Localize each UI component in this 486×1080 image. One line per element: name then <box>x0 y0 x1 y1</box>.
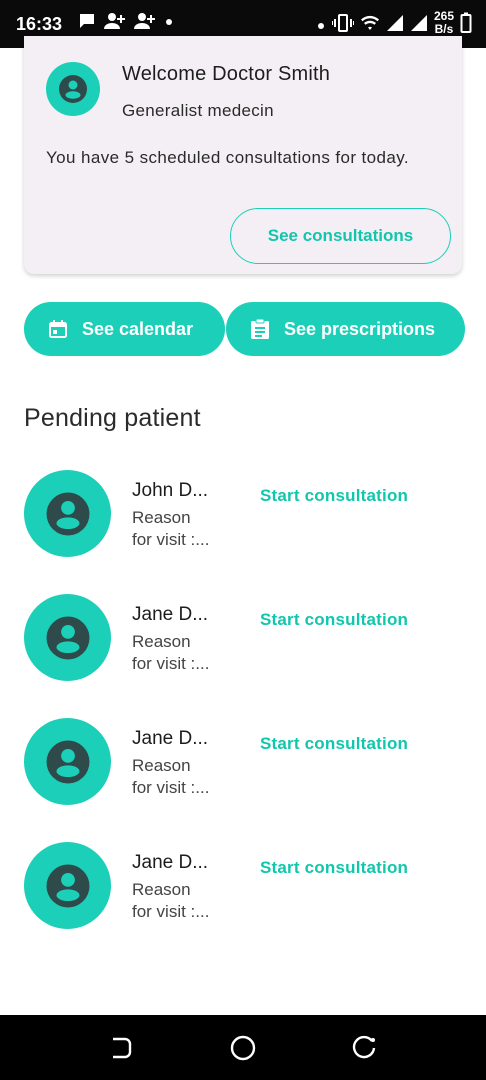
signal-icon <box>386 15 403 31</box>
dot-icon <box>317 23 324 29</box>
see-calendar-label: See calendar <box>82 318 194 339</box>
wifi-icon <box>360 15 379 30</box>
vibrate-icon <box>331 14 354 32</box>
account-circle-icon <box>46 864 89 907</box>
patient-avatar <box>24 718 111 805</box>
account-circle-icon <box>46 740 89 783</box>
see-prescriptions-button[interactable]: See prescriptions <box>226 302 465 356</box>
signal-icon <box>410 15 427 31</box>
home-icon[interactable] <box>230 1035 256 1061</box>
person-add-icon <box>134 13 155 29</box>
patient-list-item: Jane D... Reason for visit :... Start co… <box>0 594 486 684</box>
network-speed: 265 B/s <box>434 10 454 36</box>
patient-list-item: John D... Reason for visit :... Start co… <box>0 470 486 560</box>
patient-name: Jane D... <box>132 728 209 749</box>
account-circle-icon <box>46 492 89 535</box>
reason-line-1: Reason <box>132 756 191 775</box>
pending-patient-heading: Pending patient <box>24 404 201 432</box>
chat-bubble-icon <box>80 14 94 28</box>
see-consultations-button[interactable]: See consultations <box>230 208 451 264</box>
patient-avatar <box>24 470 111 557</box>
start-consultation-button[interactable]: Start consultation <box>260 858 408 878</box>
patient-reason: Reason for visit :... <box>132 755 224 799</box>
patient-name: John D... <box>132 480 209 501</box>
clipboard-icon <box>251 318 269 339</box>
start-consultation-button[interactable]: Start consultation <box>260 734 408 754</box>
battery-icon <box>460 12 472 33</box>
patient-list-item: Jane D... Reason for visit :... Start co… <box>0 842 486 932</box>
welcome-title: Welcome Doctor Smith <box>122 63 331 85</box>
dot-icon <box>166 19 172 25</box>
reason-line-1: Reason <box>132 880 191 899</box>
patient-avatar <box>24 594 111 681</box>
calendar-icon <box>49 320 67 338</box>
account-circle-icon <box>46 616 89 659</box>
welcome-card: Welcome Doctor Smith Generalist medecin … <box>24 36 462 274</box>
start-consultation-button[interactable]: Start consultation <box>260 610 408 630</box>
reason-line-2: for visit :... <box>132 778 210 797</box>
network-speed-unit: B/s <box>434 22 454 36</box>
patient-reason: Reason for visit :... <box>132 879 224 923</box>
start-consultation-button[interactable]: Start consultation <box>260 486 408 506</box>
reason-line-2: for visit :... <box>132 902 210 921</box>
patient-avatar <box>24 842 111 929</box>
see-prescriptions-label: See prescriptions <box>284 318 436 339</box>
patient-name: Jane D... <box>132 604 209 625</box>
doctor-avatar <box>46 62 100 116</box>
consultation-summary: You have 5 scheduled consultations for t… <box>46 148 409 167</box>
reason-line-2: for visit :... <box>132 654 210 673</box>
recent-apps-icon[interactable] <box>352 1035 378 1061</box>
patient-reason: Reason for visit :... <box>132 507 224 551</box>
see-calendar-button[interactable]: See calendar <box>24 302 225 356</box>
reason-line-1: Reason <box>132 632 191 651</box>
reason-line-1: Reason <box>132 508 191 527</box>
back-icon[interactable] <box>108 1035 134 1061</box>
patient-list-item: Jane D... Reason for visit :... Start co… <box>0 718 486 808</box>
patient-reason: Reason for visit :... <box>132 631 224 675</box>
patient-name: Jane D... <box>132 852 209 873</box>
doctor-specialty: Generalist medecin <box>122 101 274 120</box>
system-navigation-bar <box>0 1015 486 1080</box>
status-time: 16:33 <box>16 14 63 34</box>
account-circle-icon <box>59 75 87 103</box>
reason-line-2: for visit :... <box>132 530 210 549</box>
person-add-icon <box>104 13 125 29</box>
